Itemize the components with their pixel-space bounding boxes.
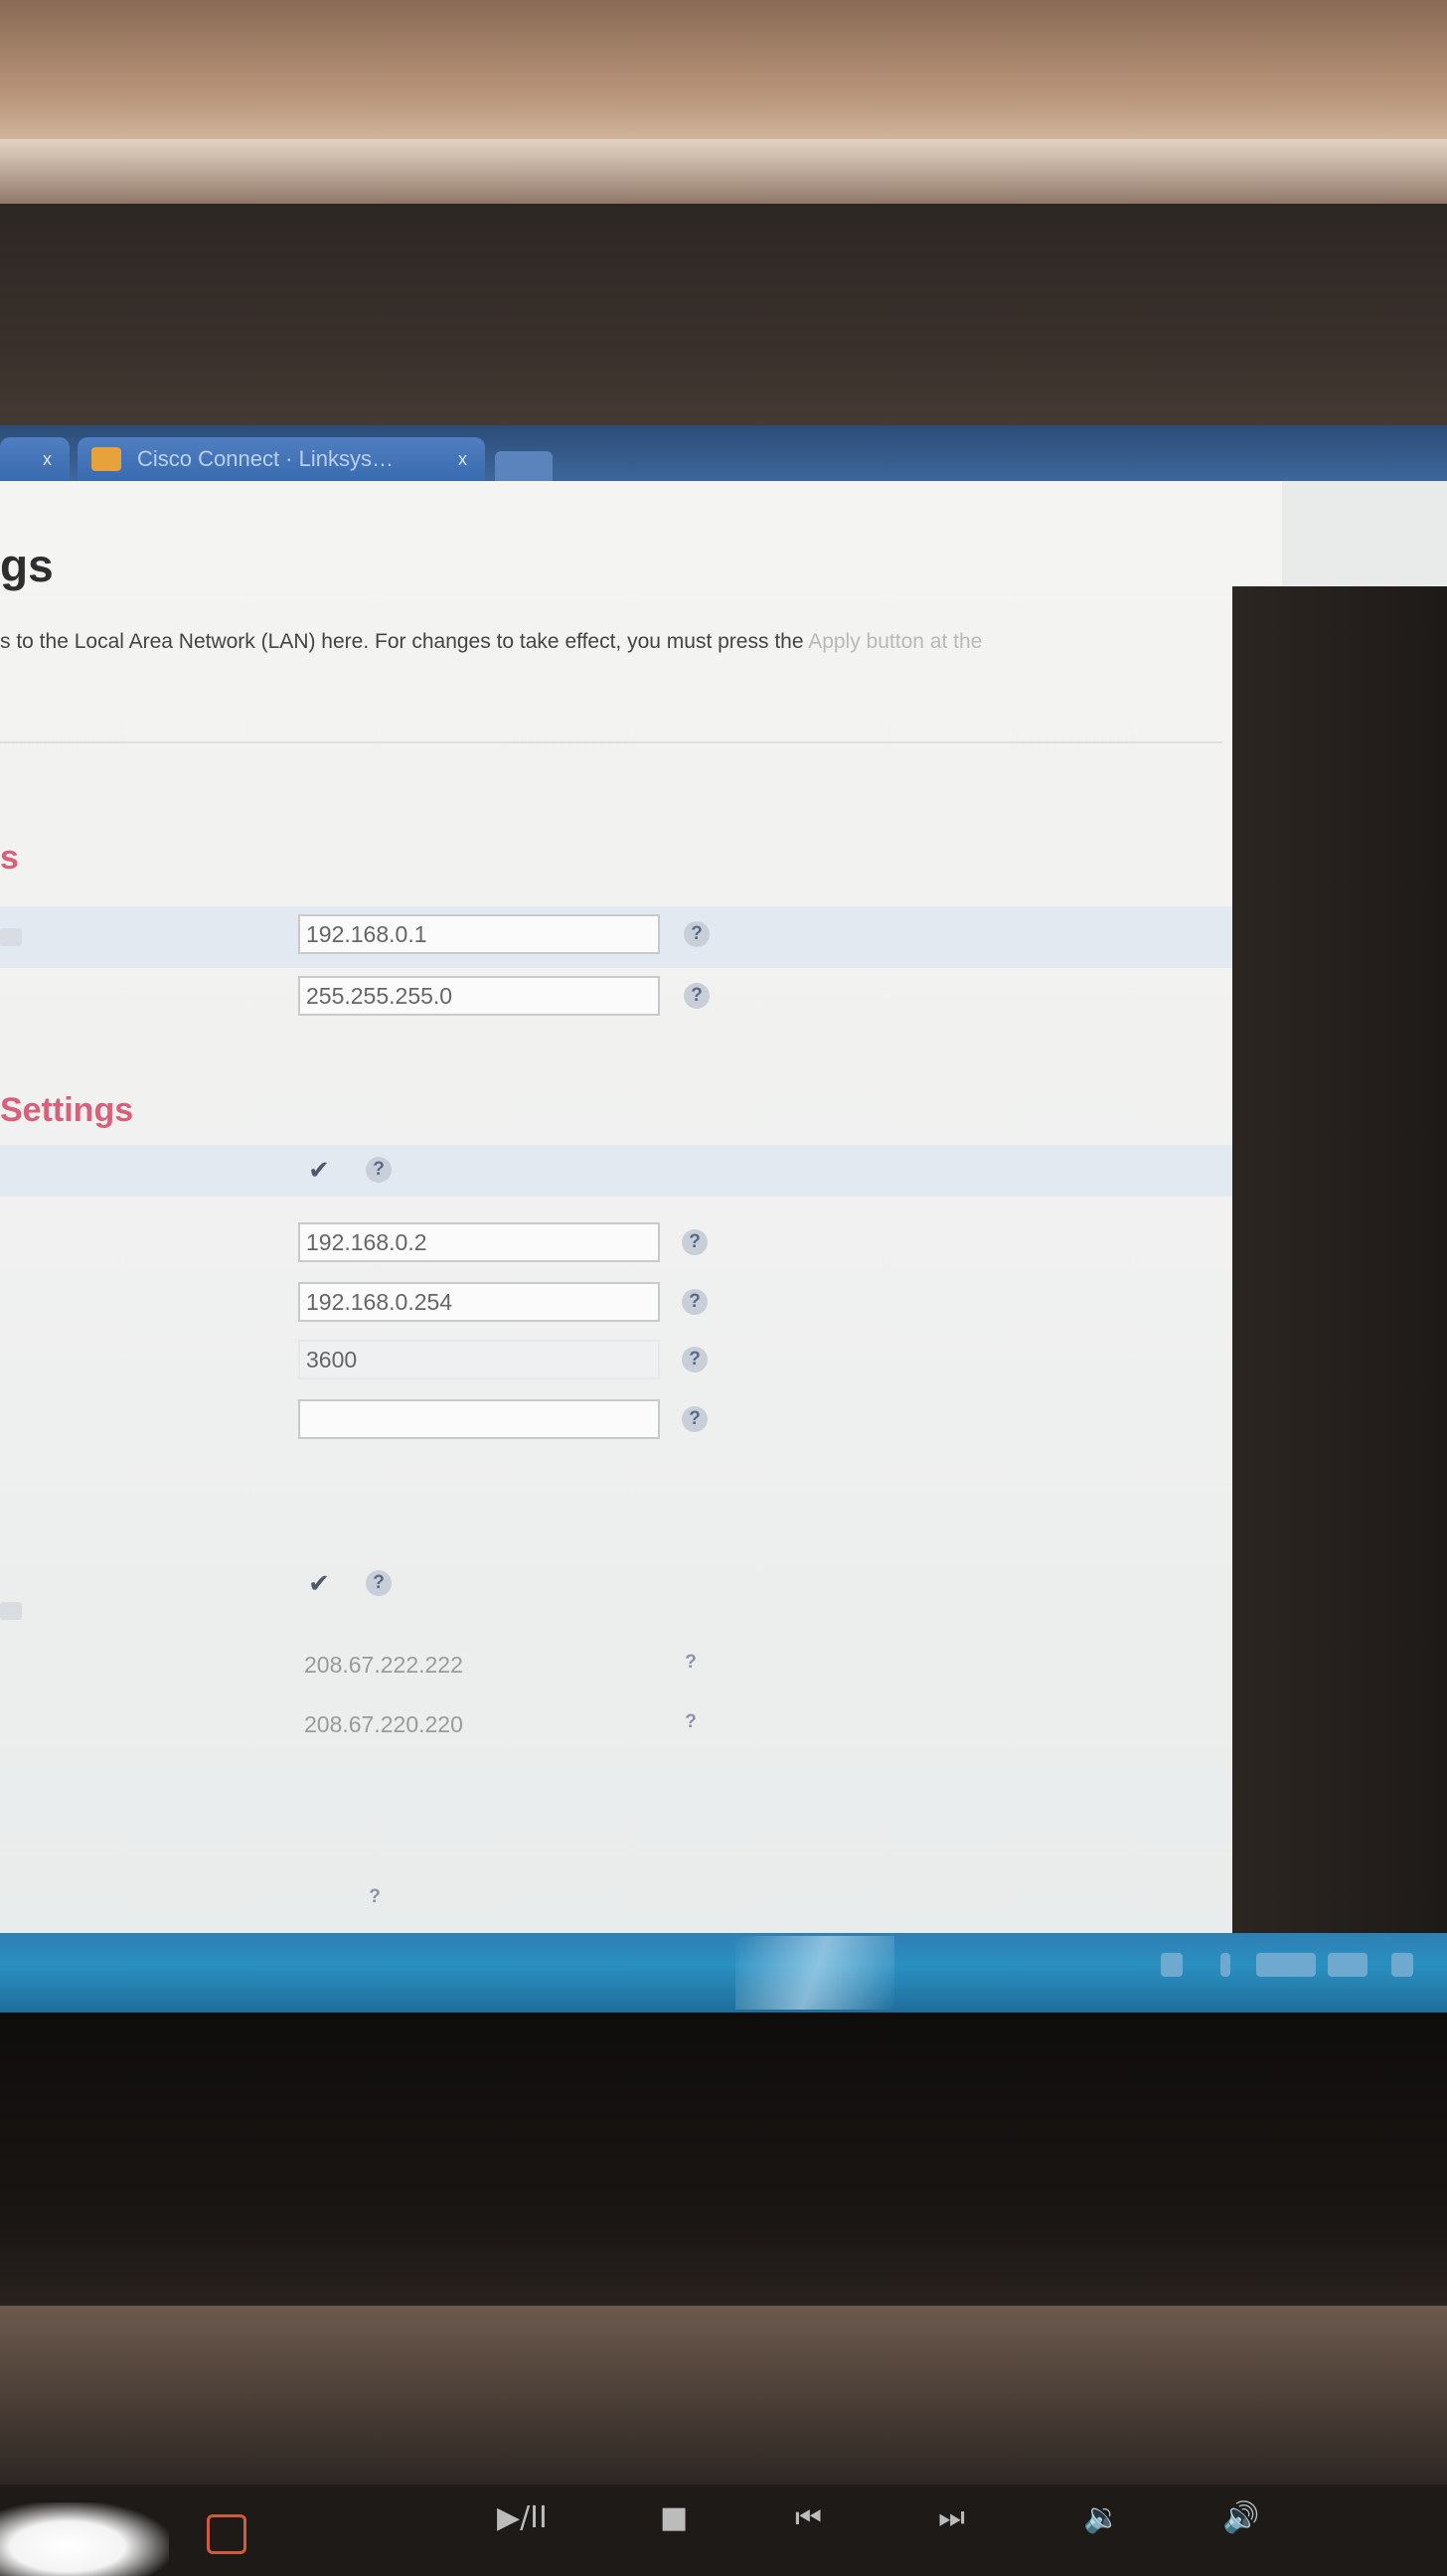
subnet-mask-input[interactable]: 255.255.255.0 <box>298 976 660 1016</box>
volume-up-key-icon[interactable]: 🔊 <box>1222 2500 1259 2535</box>
dhcp-start-ip-input[interactable]: 192.168.0.2 <box>298 1222 660 1262</box>
tab-title: Cisco Connect · Linksys… <box>137 446 394 471</box>
intro-text: s to the Local Area Network (LAN) here. … <box>0 630 809 653</box>
secondary-dns-value[interactable]: 208.67.220.220 <box>304 1711 463 1738</box>
next-track-key-icon[interactable]: ⏭ <box>938 2500 965 2535</box>
page-title: gs <box>0 540 54 591</box>
screen-bezel-top <box>0 204 1447 452</box>
domain-name-input[interactable] <box>298 1399 660 1439</box>
screen-bezel-right <box>1232 586 1447 1948</box>
help-icon[interactable]: ? <box>682 1229 708 1255</box>
dhcp-lease-time-input[interactable]: 3600 <box>298 1340 660 1379</box>
help-icon[interactable]: ? <box>684 921 710 947</box>
play-pause-key-icon[interactable]: ▶/II <box>497 2500 548 2535</box>
dhcp-enable-row <box>0 1145 1232 1197</box>
help-icon[interactable]: ? <box>362 1884 388 1910</box>
intro-text-faded: Apply button at the <box>808 630 983 653</box>
row-label-cropped <box>0 1602 22 1620</box>
router-ip-input[interactable]: 192.168.0.1 <box>298 914 660 954</box>
power-button-glow <box>0 2502 169 2576</box>
router-settings-heading: s <box>0 839 19 877</box>
dhcp-enable-checkbox[interactable]: ✔ <box>304 1155 334 1185</box>
help-icon[interactable]: ? <box>684 983 710 1009</box>
previous-track-key-icon[interactable]: ⏮ <box>795 2500 822 2535</box>
tab-close-icon[interactable]: x <box>43 437 52 481</box>
help-icon[interactable]: ? <box>366 1157 392 1183</box>
help-icon[interactable]: ? <box>678 1650 704 1676</box>
taskbar-highlight <box>735 1936 894 2010</box>
help-icon[interactable]: ? <box>682 1289 708 1315</box>
tray-icon-action[interactable] <box>1391 1953 1413 1977</box>
tray-icon-network[interactable] <box>1256 1953 1316 1977</box>
row-label-cropped <box>0 928 22 946</box>
lock-icon[interactable] <box>207 2514 246 2554</box>
screen-bezel-bottom <box>0 2012 1447 2311</box>
dhcp-settings-heading: Settings <box>0 1091 134 1129</box>
help-icon[interactable]: ? <box>678 1709 704 1735</box>
help-icon[interactable]: ? <box>366 1570 392 1596</box>
page-intro: s to the Local Area Network (LAN) here. … <box>0 630 982 654</box>
router-settings-page: gs s to the Local Area Network (LAN) her… <box>0 481 1282 1942</box>
stop-key-icon[interactable]: ■ <box>660 2500 688 2535</box>
dns-enable-checkbox[interactable]: ✔ <box>304 1568 334 1598</box>
tray-icon-volume[interactable] <box>1328 1953 1367 1977</box>
tray-icon-flag[interactable] <box>1161 1953 1183 1977</box>
tab-close-icon[interactable]: x <box>458 437 467 481</box>
volume-down-key-icon[interactable]: 🔉 <box>1083 2500 1120 2535</box>
new-tab-button[interactable] <box>495 451 553 481</box>
help-icon[interactable]: ? <box>682 1347 708 1372</box>
tray-icon-arrow[interactable] <box>1220 1953 1230 1977</box>
divider <box>0 741 1222 743</box>
help-icon[interactable]: ? <box>682 1406 708 1432</box>
favicon-icon <box>91 447 121 471</box>
primary-dns-value[interactable]: 208.67.222.222 <box>304 1652 463 1679</box>
browser-tab-2[interactable]: Cisco Connect · Linksys… x <box>78 437 485 481</box>
browser-tab-1[interactable]: x <box>0 437 70 481</box>
dhcp-end-ip-input[interactable]: 192.168.0.254 <box>298 1282 660 1322</box>
